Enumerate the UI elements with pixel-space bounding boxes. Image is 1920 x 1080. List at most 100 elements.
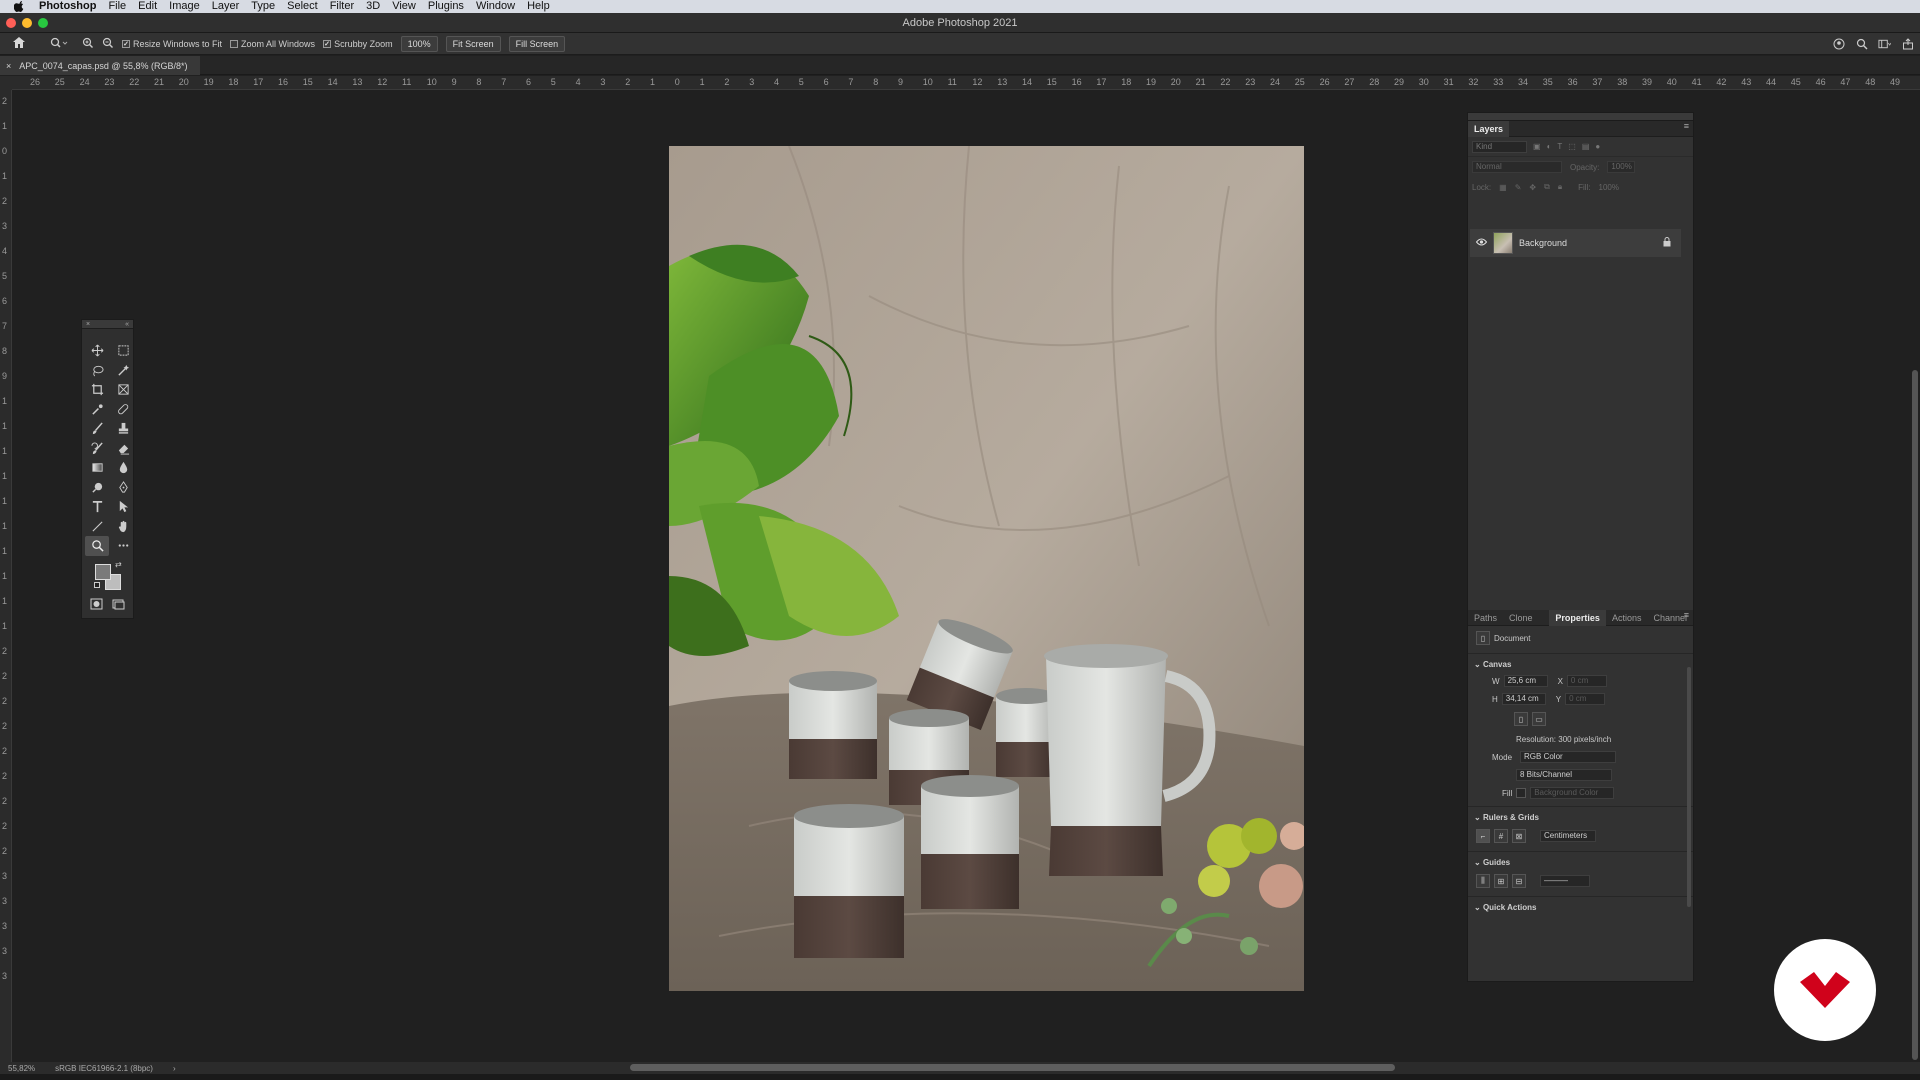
pixel-grid-icon[interactable]: ⊠ xyxy=(1512,829,1526,843)
healing-tool-icon[interactable] xyxy=(111,400,135,420)
height-field[interactable]: 34,14 cm xyxy=(1501,693,1546,705)
menu-3d[interactable]: 3D xyxy=(366,0,380,13)
menu-image[interactable]: Image xyxy=(169,0,200,13)
vertical-scrollbar[interactable] xyxy=(1912,370,1918,1060)
horizontal-ruler[interactable]: 26 25 24 23 22 21 20 19 18 17 16 15 14 13 12 11 10 9 8 7 6 5 4… xyxy=(12,76,1920,90)
menu-view[interactable]: View xyxy=(392,0,416,13)
lock-brush-icon[interactable]: ✎ xyxy=(1515,183,1522,192)
tab-layers[interactable]: Layers xyxy=(1468,120,1510,137)
filter-type-icon[interactable]: T xyxy=(1557,142,1562,151)
quick-actions-section-header[interactable]: ⌄ Quick Actions xyxy=(1468,901,1693,915)
panel-menu-icon[interactable]: ≡ xyxy=(1684,121,1689,131)
new-guide-icon[interactable]: ⊞ xyxy=(1494,874,1508,888)
clear-guides-icon[interactable]: ⊟ xyxy=(1512,874,1526,888)
menu-select[interactable]: Select xyxy=(287,0,318,13)
document-tab[interactable]: × APC_0074_capas.psd @ 55,8% (RGB/8*) xyxy=(0,56,200,75)
foreground-color-swatch[interactable] xyxy=(95,563,111,580)
lock-icon[interactable] xyxy=(1663,237,1671,249)
pen-tool-icon[interactable] xyxy=(111,478,135,498)
canvas-section-header[interactable]: ⌄ Canvas xyxy=(1468,658,1693,672)
menu-window[interactable]: Window xyxy=(476,0,515,13)
eye-icon[interactable] xyxy=(1475,238,1488,248)
status-arrow-icon[interactable]: › xyxy=(173,1064,176,1073)
line-tool-icon[interactable] xyxy=(85,517,109,537)
menu-plugins[interactable]: Plugins xyxy=(428,0,464,13)
fill-select[interactable]: Background Color xyxy=(1530,787,1615,799)
document-image[interactable] xyxy=(669,146,1304,991)
close-window-button[interactable] xyxy=(6,18,16,28)
fill-screen-button[interactable]: Fill Screen xyxy=(508,35,566,52)
learn-icon[interactable] xyxy=(1832,37,1845,50)
eraser-tool-icon[interactable] xyxy=(111,439,135,459)
vertical-ruler[interactable]: 2 1 0 1 2 3 4 5 6 7 8 9 1 1 1 1 1 1 1 1 1 1 2 2 2 2 2 2 2 2 2 3 3 3 3 3 xyxy=(0,90,12,1062)
workspace-icon[interactable] xyxy=(1878,37,1891,50)
minimize-window-button[interactable] xyxy=(22,18,32,28)
panel-scrollbar[interactable] xyxy=(1687,667,1691,907)
guide-style-select[interactable]: ——— xyxy=(1540,875,1590,887)
panel-menu-icon[interactable]: ≡ xyxy=(1684,610,1689,620)
layer-kind-filter[interactable]: Kind xyxy=(1472,140,1527,153)
tab-properties[interactable]: Properties xyxy=(1549,609,1606,626)
tools-panel-header[interactable]: × « xyxy=(82,320,133,329)
grid-toggle-icon[interactable]: # xyxy=(1494,829,1508,843)
ruler-toggle-icon[interactable]: ⌐ xyxy=(1476,829,1490,843)
zoom-out-icon[interactable] xyxy=(102,37,114,51)
lock-all-icon[interactable]: 🔒︎ xyxy=(1558,182,1562,192)
zoom-window-button[interactable] xyxy=(38,18,48,28)
tab-paths[interactable]: Paths xyxy=(1468,610,1503,626)
color-swatches[interactable]: ⇄ xyxy=(82,560,133,596)
fill-field[interactable]: 100% xyxy=(1599,183,1627,192)
blend-mode-select[interactable]: Normal xyxy=(1472,161,1562,173)
menu-filter[interactable]: Filter xyxy=(330,0,354,13)
menu-layer[interactable]: Layer xyxy=(212,0,240,13)
close-tab-icon[interactable]: × xyxy=(6,61,11,71)
filter-pixel-icon[interactable]: ▣ xyxy=(1533,142,1541,151)
menu-file[interactable]: File xyxy=(108,0,126,13)
portrait-icon[interactable]: ▯ xyxy=(1514,712,1528,726)
path-select-tool-icon[interactable] xyxy=(111,497,135,517)
layer-row-background[interactable]: Background xyxy=(1470,229,1681,257)
landscape-icon[interactable]: ▭ xyxy=(1532,712,1546,726)
y-field[interactable]: 0 cm xyxy=(1565,693,1606,705)
default-colors-icon[interactable] xyxy=(94,581,100,588)
zoom-in-icon[interactable] xyxy=(82,37,94,51)
lock-move-icon[interactable]: ✥ xyxy=(1529,183,1536,192)
resize-windows-checkbox[interactable]: ✓ Resize Windows to Fit xyxy=(122,39,222,49)
quick-mask-icon[interactable] xyxy=(90,598,103,613)
zoom-tool-icon[interactable] xyxy=(85,536,109,556)
home-icon[interactable] xyxy=(12,36,26,51)
filter-shape-icon[interactable]: ⬚ xyxy=(1568,142,1576,151)
brush-tool-icon[interactable] xyxy=(85,419,109,439)
apple-icon[interactable] xyxy=(14,1,25,12)
tab-clone-source[interactable]: Clone Sc xyxy=(1503,610,1549,639)
zoom-level[interactable]: 55,82% xyxy=(8,1064,35,1073)
bit-depth-select[interactable]: 8 Bits/Channel xyxy=(1516,769,1612,781)
lock-artboard-icon[interactable]: ⧉ xyxy=(1544,182,1550,192)
type-tool-icon[interactable] xyxy=(85,497,109,517)
filter-toggle-icon[interactable]: ● xyxy=(1595,142,1600,151)
mode-select[interactable]: RGB Color xyxy=(1520,751,1617,763)
x-field[interactable]: 0 cm xyxy=(1566,675,1607,687)
frame-tool-icon[interactable] xyxy=(111,380,135,400)
blur-tool-icon[interactable] xyxy=(111,458,135,478)
guides-section-header[interactable]: ⌄ Guides xyxy=(1468,856,1693,870)
zoom-tool-preset-icon[interactable] xyxy=(50,37,68,51)
tab-actions[interactable]: Actions xyxy=(1606,610,1648,626)
menu-type[interactable]: Type xyxy=(251,0,275,13)
ruler-origin[interactable] xyxy=(0,76,12,90)
zoom-all-windows-checkbox[interactable]: Zoom All Windows xyxy=(230,39,315,49)
screen-mode-icon[interactable] xyxy=(112,598,125,613)
lasso-tool-icon[interactable] xyxy=(85,361,109,381)
move-tool-icon[interactable] xyxy=(85,341,109,361)
opacity-field[interactable]: 100% xyxy=(1607,161,1636,173)
magic-wand-tool-icon[interactable] xyxy=(111,361,135,381)
horizontal-scrollbar[interactable] xyxy=(630,1064,1395,1071)
units-select[interactable]: Centimeters xyxy=(1540,830,1596,842)
guide-layout-icon[interactable]: ⫼ xyxy=(1476,874,1490,888)
stamp-tool-icon[interactable] xyxy=(111,419,135,439)
hand-tool-icon[interactable] xyxy=(111,517,135,537)
more-tools-icon[interactable] xyxy=(111,536,135,556)
marquee-tool-icon[interactable] xyxy=(111,341,135,361)
eyedropper-tool-icon[interactable] xyxy=(85,400,109,420)
zoom-100-button[interactable]: 100% xyxy=(400,35,438,52)
